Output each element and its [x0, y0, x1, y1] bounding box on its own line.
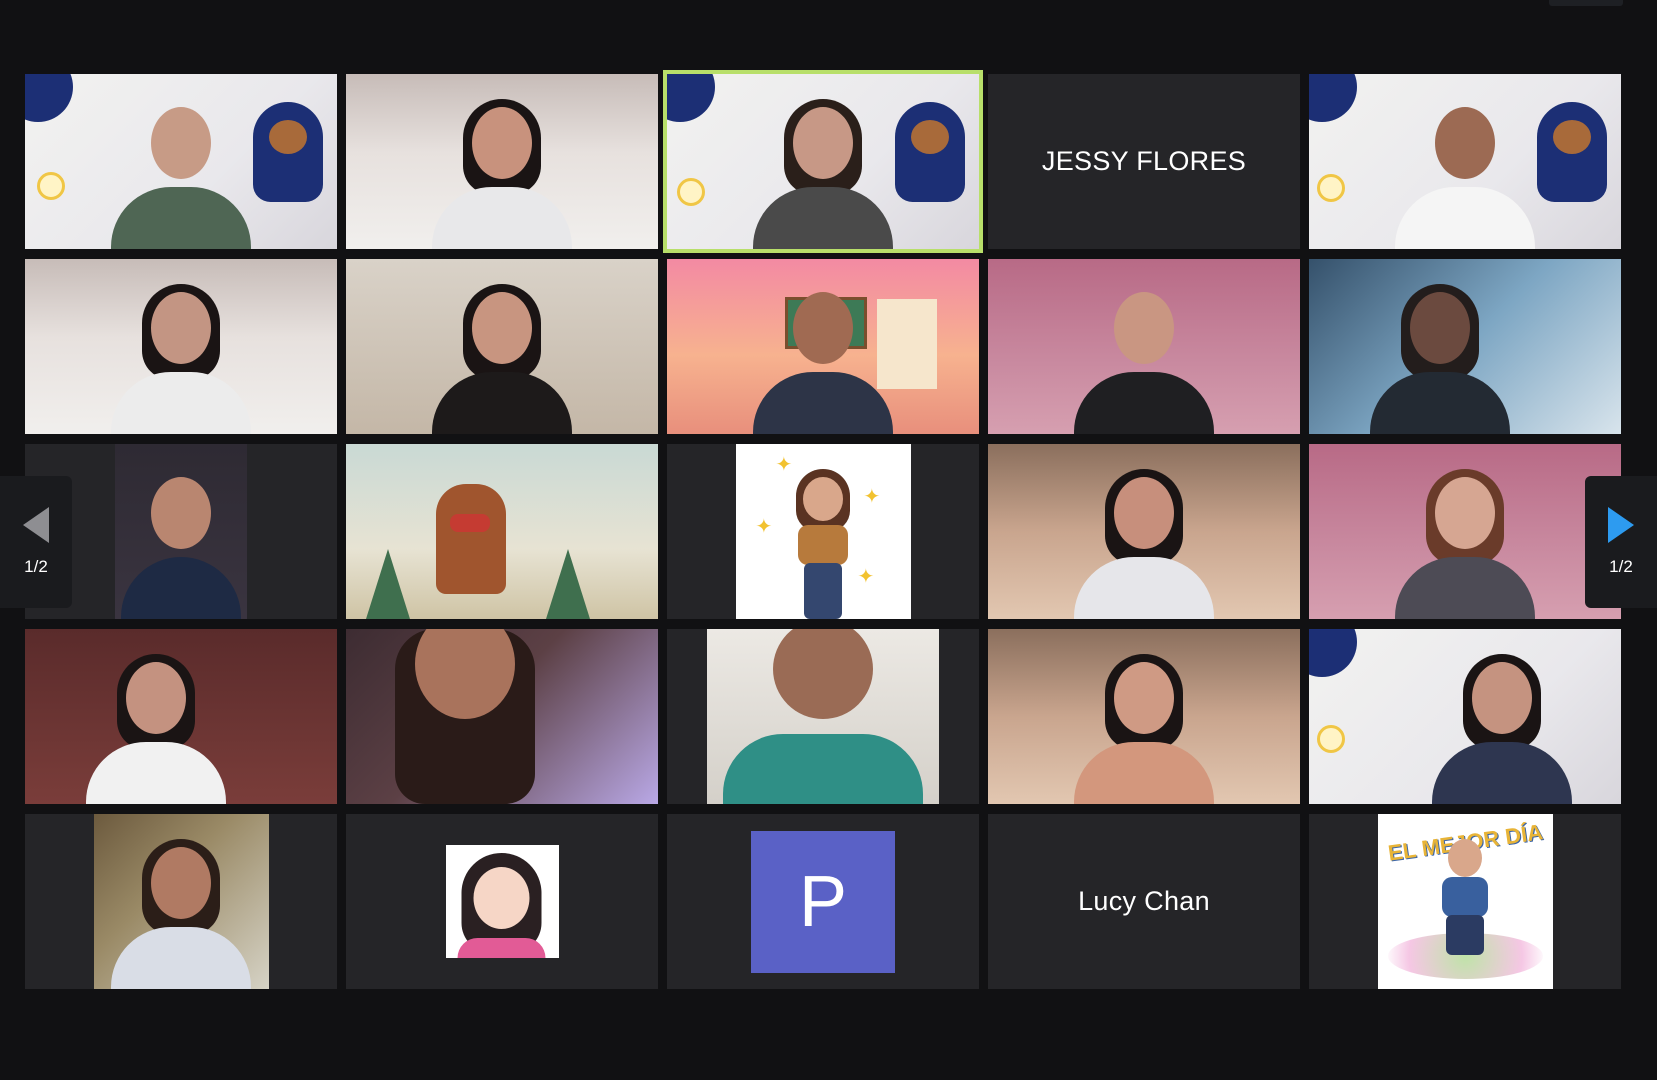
participant-video: [988, 444, 1300, 619]
cartoon-avatar: ✦ ✦ ✦ ✦: [735, 444, 911, 619]
previous-page-button[interactable]: 1/2: [0, 476, 72, 608]
participant-tile[interactable]: [25, 74, 337, 249]
chevron-left-icon: [23, 507, 49, 543]
participant-tile[interactable]: [988, 629, 1300, 804]
participant-tile[interactable]: [25, 629, 337, 804]
cartoon-avatar: [445, 845, 559, 958]
participant-tile[interactable]: [346, 444, 658, 619]
participant-tile[interactable]: [1309, 259, 1621, 434]
video-meeting-gallery: JESSY FLORES ✦ ✦ ✦ ✦ P Lucy Chan EL DÍA …: [0, 0, 1657, 1080]
participant-tile[interactable]: JESSY FLORES: [988, 74, 1300, 249]
next-page-button[interactable]: 1/2: [1585, 476, 1657, 608]
participant-video: [115, 444, 247, 619]
cartoon-avatar: EL MEJOR DÍA: [1377, 814, 1553, 989]
participant-tile[interactable]: [25, 259, 337, 434]
participant-video: [707, 629, 939, 804]
participant-video: [667, 74, 979, 249]
participant-video: [346, 74, 658, 249]
participant-video: [25, 259, 337, 434]
participant-tile[interactable]: Lucy Chan: [988, 814, 1300, 989]
participant-tile[interactable]: [346, 629, 658, 804]
participant-video: [25, 74, 337, 249]
participant-video: [1309, 259, 1621, 434]
top-window-control[interactable]: [1549, 0, 1623, 6]
participant-initial-avatar: P: [751, 830, 895, 973]
page-indicator: 1/2: [1609, 557, 1633, 576]
participant-tile[interactable]: [1309, 444, 1621, 619]
participant-video: [25, 629, 337, 804]
deer-picture: [346, 444, 658, 619]
participant-video: [988, 259, 1300, 434]
participant-name: Lucy Chan: [1078, 886, 1210, 916]
participant-video: [1309, 629, 1621, 804]
participant-video: [1309, 74, 1621, 249]
participant-video: [988, 629, 1300, 804]
participant-tile[interactable]: [988, 259, 1300, 434]
profile-photo: [93, 814, 269, 989]
participant-tile[interactable]: [667, 629, 979, 804]
participant-tile[interactable]: ✦ ✦ ✦ ✦: [667, 444, 979, 619]
participant-tile[interactable]: [25, 814, 337, 989]
participant-grid: JESSY FLORES ✦ ✦ ✦ ✦ P Lucy Chan EL DÍA: [25, 70, 1621, 989]
participant-tile[interactable]: [667, 259, 979, 434]
participant-tile[interactable]: [1309, 74, 1621, 249]
participant-tile[interactable]: [346, 74, 658, 249]
participant-tile[interactable]: [988, 444, 1300, 619]
participant-name: JESSY FLORES: [1041, 146, 1247, 176]
participant-video: [667, 259, 979, 434]
participant-tile[interactable]: [1309, 629, 1621, 804]
participant-tile[interactable]: [346, 259, 658, 434]
participant-tile[interactable]: [346, 814, 658, 989]
chevron-right-icon: [1608, 507, 1634, 543]
participant-tile[interactable]: EL MEJOR DÍA: [1309, 814, 1621, 989]
participant-video: [1309, 444, 1621, 619]
participant-tile-active-speaker[interactable]: [663, 70, 983, 253]
participant-tile[interactable]: P: [667, 814, 979, 989]
participant-video: [346, 629, 658, 804]
page-indicator: 1/2: [24, 557, 48, 576]
participant-video: [346, 259, 658, 434]
